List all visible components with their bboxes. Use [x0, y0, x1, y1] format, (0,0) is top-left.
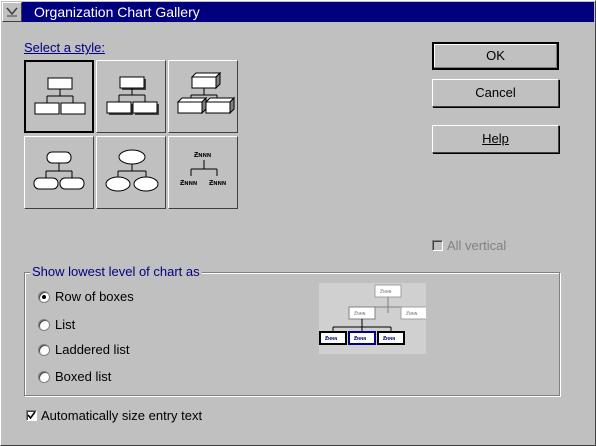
cancel-button[interactable]: Cancel [432, 79, 559, 107]
auto-size-checkbox[interactable] [26, 410, 37, 421]
preview-box-text: Ƶɴɴɴ [325, 336, 337, 342]
chart-preview: Ƶɴɴɴ Ƶɴɴɴ Ƶɴɴɴ Ƶɴɴɴ Ƶɴɴɴ Ƶɴɴɴ [319, 283, 428, 354]
style-option-rounded-boxes[interactable] [24, 136, 94, 209]
ok-button[interactable]: OK [432, 42, 559, 70]
all-vertical-checkbox[interactable] [432, 240, 443, 251]
preview-box-text: Ƶɴɴɴ [383, 336, 395, 342]
preview-box-text: Ƶɴɴɴ [354, 336, 366, 342]
style-option-ovals[interactable] [96, 136, 166, 209]
lowest-level-label: Show lowest level of chart as [30, 264, 202, 279]
preview-box-text: Ƶɴɴɴ [380, 289, 392, 295]
select-style-label: Select a style: [24, 40, 105, 55]
style-option-boxes-3d[interactable] [168, 60, 238, 133]
title-bar: Organization Chart Gallery [2, 2, 594, 22]
system-menu-button[interactable] [2, 2, 22, 22]
style-sample-text: Ƶɴɴɴ [209, 180, 226, 187]
checkmark-icon [27, 411, 36, 420]
style-sample-text: Ƶɴɴɴ [180, 180, 197, 187]
preview-box-text: Ƶɴɴɴ [406, 311, 418, 317]
radio-button[interactable] [38, 319, 50, 331]
style-option-boxes-flat[interactable] [24, 60, 94, 133]
radio-button[interactable] [38, 344, 50, 356]
auto-size-label: Automatically size entry text [41, 408, 203, 423]
style-sample-text: Ƶɴɴɴ [194, 152, 211, 159]
style-gallery: Ƶɴɴɴ Ƶɴɴɴ Ƶɴɴɴ [24, 60, 238, 210]
radio-button[interactable] [38, 291, 50, 303]
system-menu-icon [6, 7, 18, 17]
window-title: Organization Chart Gallery [34, 4, 200, 20]
preview-box-text: Ƶɴɴɴ [354, 311, 366, 317]
radio-button[interactable] [38, 371, 50, 383]
all-vertical-label: All vertical [447, 238, 507, 253]
style-option-names-only[interactable]: Ƶɴɴɴ Ƶɴɴɴ Ƶɴɴɴ [168, 136, 238, 209]
style-option-boxes-shadow[interactable] [96, 60, 166, 133]
help-button[interactable]: Help [432, 125, 559, 153]
